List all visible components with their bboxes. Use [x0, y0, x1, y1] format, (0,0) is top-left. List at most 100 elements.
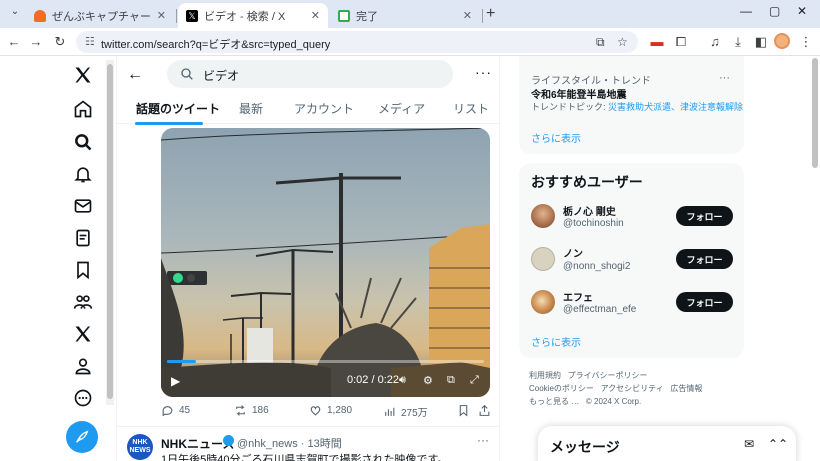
search-query-text[interactable]: ビデオ — [203, 67, 239, 84]
user-avatar[interactable] — [531, 204, 555, 228]
follow-button[interactable]: フォロー — [676, 206, 733, 226]
footer-more-link[interactable]: もっと見る … — [529, 397, 579, 406]
back-arrow-icon[interactable]: ← — [5, 33, 23, 51]
picture-in-picture-icon[interactable]: ⧉ — [447, 374, 455, 387]
extensions-puzzle-icon[interactable]: ⧠ — [672, 33, 690, 51]
trend-name[interactable]: 令和6年能登半島地震 — [531, 86, 627, 101]
profile-avatar[interactable] — [774, 33, 790, 49]
user-handle[interactable]: @effectman_efe — [563, 304, 636, 315]
close-tab-icon[interactable]: ✕ — [311, 9, 320, 22]
forward-arrow-icon[interactable]: → — [27, 33, 45, 51]
browser-tab-video-search[interactable]: 𝕏 ビデオ - 検索 / X ✕ — [178, 3, 328, 28]
page-scrollbar[interactable] — [810, 56, 820, 461]
user-handle[interactable]: @tochinoshin — [563, 218, 624, 229]
reply-bubble-icon — [162, 406, 173, 417]
reload-icon[interactable]: ↻ — [51, 33, 69, 51]
trend-topic-links[interactable]: 災害救助犬派遣、津波注意報解除 — [608, 102, 743, 112]
play-icon[interactable]: ▶ — [171, 374, 180, 388]
tab-top-tweets[interactable]: 話題のツイート — [136, 100, 220, 117]
reply-button[interactable]: 45 — [161, 404, 190, 417]
messages-drawer[interactable]: メッセージ ✉ ⌃⌃ — [538, 426, 796, 461]
address-bar[interactable]: ☷ twitter.com/search?q=ビデオ&src=typed_que… — [76, 31, 638, 53]
footer-link-accessibility[interactable]: アクセシビリティ — [601, 384, 664, 393]
close-tab-icon[interactable]: ✕ — [157, 9, 166, 22]
x-left-nav — [60, 56, 106, 461]
search-box[interactable]: ビデオ — [167, 60, 453, 88]
footer-link-cookies[interactable]: Cookieのポリシー — [529, 384, 594, 393]
footer-link-ads-info[interactable]: 広告情報 — [670, 384, 702, 393]
close-tab-icon[interactable]: ✕ — [463, 9, 472, 22]
user-avatar[interactable] — [531, 290, 555, 314]
user-name[interactable]: ノン — [563, 245, 583, 260]
fullscreen-icon[interactable]: ⤢ — [470, 374, 479, 387]
explore-search-icon[interactable] — [72, 131, 94, 153]
footer-link-privacy[interactable]: プライバシーポリシー — [568, 371, 648, 380]
chrome-menu-icon[interactable]: ⋮ — [797, 33, 815, 51]
settings-gear-icon[interactable]: ⚙ — [423, 374, 433, 387]
tweet-more-icon[interactable]: ··· — [477, 433, 489, 447]
share-button[interactable] — [478, 404, 496, 417]
video-time: 0:02 / 0:22 — [347, 374, 399, 386]
close-window-icon[interactable]: ✕ — [797, 4, 807, 18]
retweet-button[interactable]: 186 — [234, 404, 269, 417]
volume-icon[interactable]: 🔊︎ — [399, 374, 406, 387]
nav-scroll-thumb[interactable] — [107, 64, 113, 399]
tab-latest[interactable]: 最新 — [239, 100, 263, 117]
cast-icon[interactable]: ⧉ — [596, 35, 605, 50]
lists-icon[interactable] — [72, 227, 94, 249]
new-tab-button[interactable]: + — [486, 5, 495, 23]
maximize-icon[interactable]: ▢ — [769, 4, 780, 18]
media-control-icon[interactable]: ♫ — [706, 33, 724, 51]
trend-topic[interactable]: トレンドトピック: 災害救助犬派遣、津波注意報解除 — [531, 100, 743, 113]
minimize-icon[interactable]: — — [740, 4, 752, 18]
tweet-nhk[interactable]: NHK NEWS NHKニュース @nhk_news · 13時間 ··· 1日… — [117, 426, 499, 461]
video-player[interactable]: ▶ 0:02 / 0:22 🔊︎ ⚙ ⧉ ⤢ — [161, 128, 490, 397]
extension-red-icon[interactable]: ▬ — [648, 33, 666, 51]
premium-x-icon[interactable] — [72, 323, 94, 345]
communities-icon[interactable] — [72, 291, 94, 313]
search-more-icon[interactable]: ··· — [475, 64, 492, 80]
user-avatar[interactable] — [531, 247, 555, 271]
video-progress-track[interactable] — [167, 360, 484, 363]
profile-icon[interactable] — [72, 355, 94, 377]
trend-more-icon[interactable]: ··· — [719, 72, 730, 84]
footer-link-terms[interactable]: 利用規約 — [529, 371, 561, 380]
bookmark-star-icon[interactable]: ☆ — [617, 35, 628, 49]
users-show-more-link[interactable]: さらに表示 — [531, 334, 581, 349]
follow-button[interactable]: フォロー — [676, 292, 733, 312]
site-info-icon[interactable]: ☷ — [85, 35, 95, 48]
bookmarks-icon[interactable] — [72, 259, 94, 281]
browser-tab-capture[interactable]: ぜんぶキャプチャー ✕ — [26, 3, 174, 28]
nhk-avatar[interactable]: NHK NEWS — [127, 434, 153, 460]
page-scroll-thumb[interactable] — [812, 58, 818, 168]
browser-tab-done[interactable]: 完了 ✕ — [330, 3, 480, 28]
tab-lists[interactable]: リスト — [453, 100, 489, 117]
url-text[interactable]: twitter.com/search?q=ビデオ&src=typed_query — [101, 36, 330, 52]
messages-title[interactable]: メッセージ — [550, 437, 620, 457]
user-name[interactable]: エフェ — [563, 289, 593, 304]
tab-accounts[interactable]: アカウント — [294, 100, 354, 117]
notifications-bell-icon[interactable] — [72, 163, 94, 185]
side-panel-icon[interactable]: ◧ — [752, 33, 770, 51]
heart-icon — [310, 406, 321, 416]
new-message-icon[interactable]: ✉ — [744, 437, 754, 451]
post-compose-button[interactable] — [66, 421, 98, 453]
download-icon[interactable]: ⤓ — [729, 33, 747, 51]
bookmark-button[interactable] — [457, 404, 475, 417]
follow-button[interactable]: フォロー — [676, 249, 733, 269]
views-button[interactable]: 275万 — [383, 404, 428, 419]
tweet-handle-time[interactable]: @nhk_news · 13時間 — [237, 435, 342, 451]
home-icon[interactable] — [72, 98, 94, 120]
expand-drawer-icon[interactable]: ⌃⌃ — [768, 437, 788, 451]
more-circle-icon[interactable] — [72, 387, 94, 409]
tab-media[interactable]: メディア — [378, 100, 425, 117]
trends-show-more-link[interactable]: さらに表示 — [531, 130, 581, 145]
nav-scrollbar[interactable] — [106, 60, 114, 405]
user-name[interactable]: 栃ノ心 剛史 — [563, 203, 616, 218]
x-logo-icon[interactable] — [72, 64, 94, 86]
user-handle[interactable]: @nonn_shogi2 — [563, 261, 630, 272]
like-button[interactable]: 1,280 — [309, 404, 352, 417]
tab-search-button[interactable]: ⌄ — [6, 6, 24, 22]
messages-envelope-icon[interactable] — [72, 195, 94, 217]
back-arrow-icon[interactable]: ← — [127, 66, 143, 84]
